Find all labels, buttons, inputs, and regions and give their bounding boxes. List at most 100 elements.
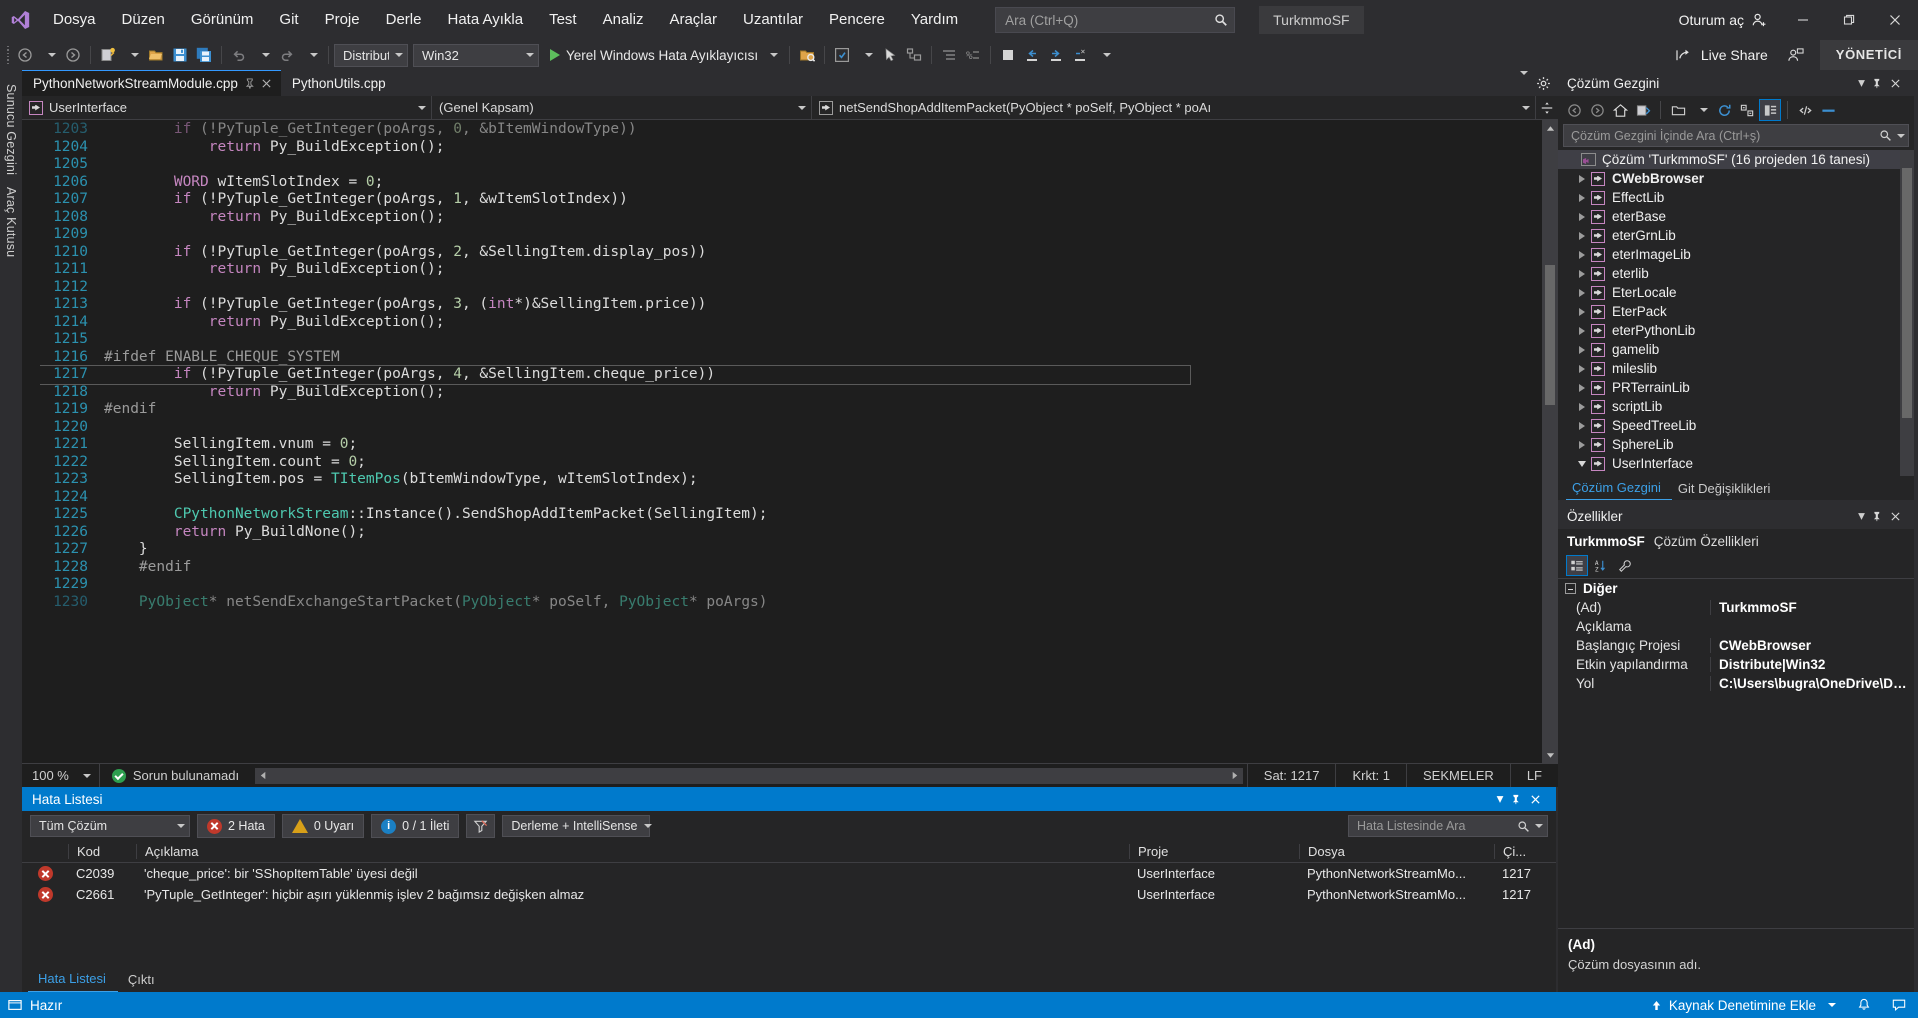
toolbar-grip[interactable] (4, 46, 13, 64)
scroll-left-icon[interactable] (255, 768, 271, 784)
expander-icon[interactable] (1574, 440, 1590, 449)
properties-window-icon[interactable] (1759, 99, 1781, 121)
column-header-file[interactable]: Dosya (1299, 844, 1494, 859)
feedback-status-button[interactable] (1886, 992, 1912, 1018)
expander-icon[interactable] (1574, 460, 1590, 467)
indent-icon[interactable] (937, 43, 961, 67)
menu-derle[interactable]: Derle (373, 0, 435, 40)
attach-process-icon[interactable] (795, 43, 819, 67)
expander-icon[interactable] (1574, 421, 1590, 430)
sidebar-item-spherelib[interactable]: SphereLib (1558, 435, 1914, 454)
properties-grid[interactable]: Diğer (Ad) TurkmmoSF Açıklama Başlangıç Pro… (1558, 579, 1914, 928)
scrollbar-thumb[interactable] (1902, 168, 1912, 418)
tab-error-list[interactable]: Hata Listesi (28, 971, 118, 992)
menu-proje[interactable]: Proje (312, 0, 373, 40)
show-all-files-dropdown-icon[interactable] (1690, 99, 1712, 121)
scroll-up-icon[interactable] (1542, 120, 1558, 136)
sidebar-item-gamelib[interactable]: gamelib (1558, 340, 1914, 359)
new-project-icon[interactable] (96, 43, 120, 67)
live-share-button[interactable]: Live Share (1666, 47, 1778, 63)
expander-icon[interactable] (1574, 326, 1590, 335)
solution-platform-combo[interactable]: Win32 (413, 43, 539, 67)
sidebar-item-eterlocale[interactable]: EterLocale (1558, 283, 1914, 302)
errors-filter-toggle[interactable]: 2 Hata (197, 814, 275, 838)
property-value[interactable]: C:\Users\bugra\OneDrive\Desk (1710, 676, 1914, 691)
expander-icon[interactable] (1574, 193, 1590, 202)
sidebar-item-prterrainlib[interactable]: PRTerrainLib (1558, 378, 1914, 397)
messages-filter-toggle[interactable]: i 0 / 1 İleti (371, 814, 460, 838)
minimize-button[interactable] (1780, 0, 1826, 40)
hot-reload-dropdown-icon[interactable] (854, 43, 878, 67)
menu-uzantilar[interactable]: Uzantılar (730, 0, 816, 40)
chevron-down-icon[interactable] (1897, 133, 1905, 138)
solution-explorer-pin-icon[interactable] (1871, 78, 1890, 89)
build-filter-icon-button[interactable] (466, 814, 496, 838)
table-row[interactable]: C2039 'cheque_price': bir 'SShopItemTable… (22, 863, 1556, 884)
breakpoint-margin[interactable] (22, 120, 40, 763)
property-value[interactable]: CWebBrowser (1710, 638, 1914, 653)
property-row[interactable]: Etkin yapılandırma Distribute|Win32 (1558, 655, 1914, 674)
properties-dropdown-icon[interactable]: ▾ (1852, 508, 1871, 524)
tab-solution-explorer[interactable]: Çözüm Gezgini (1566, 480, 1672, 500)
undo-dropdown-icon[interactable] (251, 43, 275, 67)
refresh-icon[interactable] (1713, 99, 1735, 121)
scroll-right-icon[interactable] (1227, 768, 1243, 784)
menu-hata-ayikla[interactable]: Hata Ayıkla (434, 0, 536, 40)
solution-explorer-dropdown-icon[interactable]: ▾ (1852, 75, 1871, 91)
collapse-all-icon[interactable] (1736, 99, 1758, 121)
menu-gorunum[interactable]: Görünüm (178, 0, 267, 40)
undo-icon[interactable] (227, 43, 251, 67)
navigate-forward-icon[interactable] (61, 43, 85, 67)
editor-horizontal-scrollbar[interactable] (255, 767, 1243, 784)
menu-yardim[interactable]: Yardım (898, 0, 971, 40)
solution-tree-scrollbar[interactable] (1900, 150, 1914, 476)
step-out-icon[interactable]: × (1068, 43, 1092, 67)
menu-git[interactable]: Git (266, 0, 311, 40)
sidebar-item-eterbase[interactable]: eterBase (1558, 207, 1914, 226)
expander-icon[interactable] (1574, 288, 1590, 297)
property-row[interactable]: Açıklama (1558, 617, 1914, 636)
expander-icon[interactable] (1574, 212, 1590, 221)
close-button[interactable] (1872, 0, 1918, 40)
save-icon[interactable] (168, 43, 192, 67)
collapse-icon[interactable] (1565, 583, 1576, 594)
zoom-level-combo[interactable]: 100 % (22, 763, 100, 788)
properties-category-other[interactable]: Diğer (1558, 579, 1914, 598)
preview-selected-items-icon[interactable] (1817, 99, 1839, 121)
menu-araclar[interactable]: Araçlar (656, 0, 730, 40)
sidebar-item-userinterface[interactable]: UserInterface (1558, 454, 1914, 473)
issue-status[interactable]: Sorun bulunamadı (100, 768, 251, 783)
notifications-button[interactable] (1851, 992, 1877, 1018)
menu-analiz[interactable]: Analiz (590, 0, 657, 40)
nav-scope-combo[interactable]: (Genel Kapsam) (432, 96, 812, 119)
property-value[interactable]: Distribute|Win32 (1710, 657, 1914, 672)
nav-member-combo[interactable]: netSendShopAddItemPacket(PyObject * poSe… (812, 96, 1536, 119)
property-row[interactable]: (Ad) TurkmmoSF (1558, 598, 1914, 617)
chevron-down-icon[interactable] (1535, 824, 1543, 828)
sidebar-item-eterimagelib[interactable]: eterImageLib (1558, 245, 1914, 264)
solution-tree[interactable]: Çözüm 'TurkmmoSF' (16 projeden 16 tanesi… (1558, 150, 1914, 476)
sign-in-button[interactable]: Oturum aç (1667, 12, 1780, 29)
menu-test[interactable]: Test (536, 0, 590, 40)
property-value[interactable]: TurkmmoSF (1710, 600, 1914, 615)
select-element-icon[interactable] (878, 43, 902, 67)
properties-close-icon[interactable] (1890, 511, 1909, 522)
table-row[interactable]: C2661 'PyTuple_GetInteger': hiçbir aşırı … (22, 884, 1556, 905)
step-over-icon[interactable] (1044, 43, 1068, 67)
expander-icon[interactable] (1574, 174, 1590, 183)
editor-vertical-scrollbar[interactable] (1542, 120, 1558, 763)
hot-reload-icon[interactable] (830, 43, 854, 67)
expander-icon[interactable] (1574, 269, 1590, 278)
expander-icon[interactable] (1574, 383, 1590, 392)
toolbar-overflow-icon[interactable] (1092, 43, 1116, 67)
column-header-project[interactable]: Proje (1129, 844, 1299, 859)
gear-icon[interactable] (1536, 76, 1551, 91)
error-list-dropdown-icon[interactable]: ▾ (1490, 791, 1510, 807)
menu-pencere[interactable]: Pencere (816, 0, 898, 40)
close-icon[interactable] (261, 78, 272, 89)
property-row[interactable]: Başlangıç Projesi CWebBrowser (1558, 636, 1914, 655)
categorized-view-icon[interactable] (1566, 555, 1588, 576)
error-list-search-input[interactable]: Hata Listesinde Ara (1348, 815, 1548, 837)
menu-duzen[interactable]: Düzen (109, 0, 178, 40)
expander-icon[interactable] (1574, 364, 1590, 373)
